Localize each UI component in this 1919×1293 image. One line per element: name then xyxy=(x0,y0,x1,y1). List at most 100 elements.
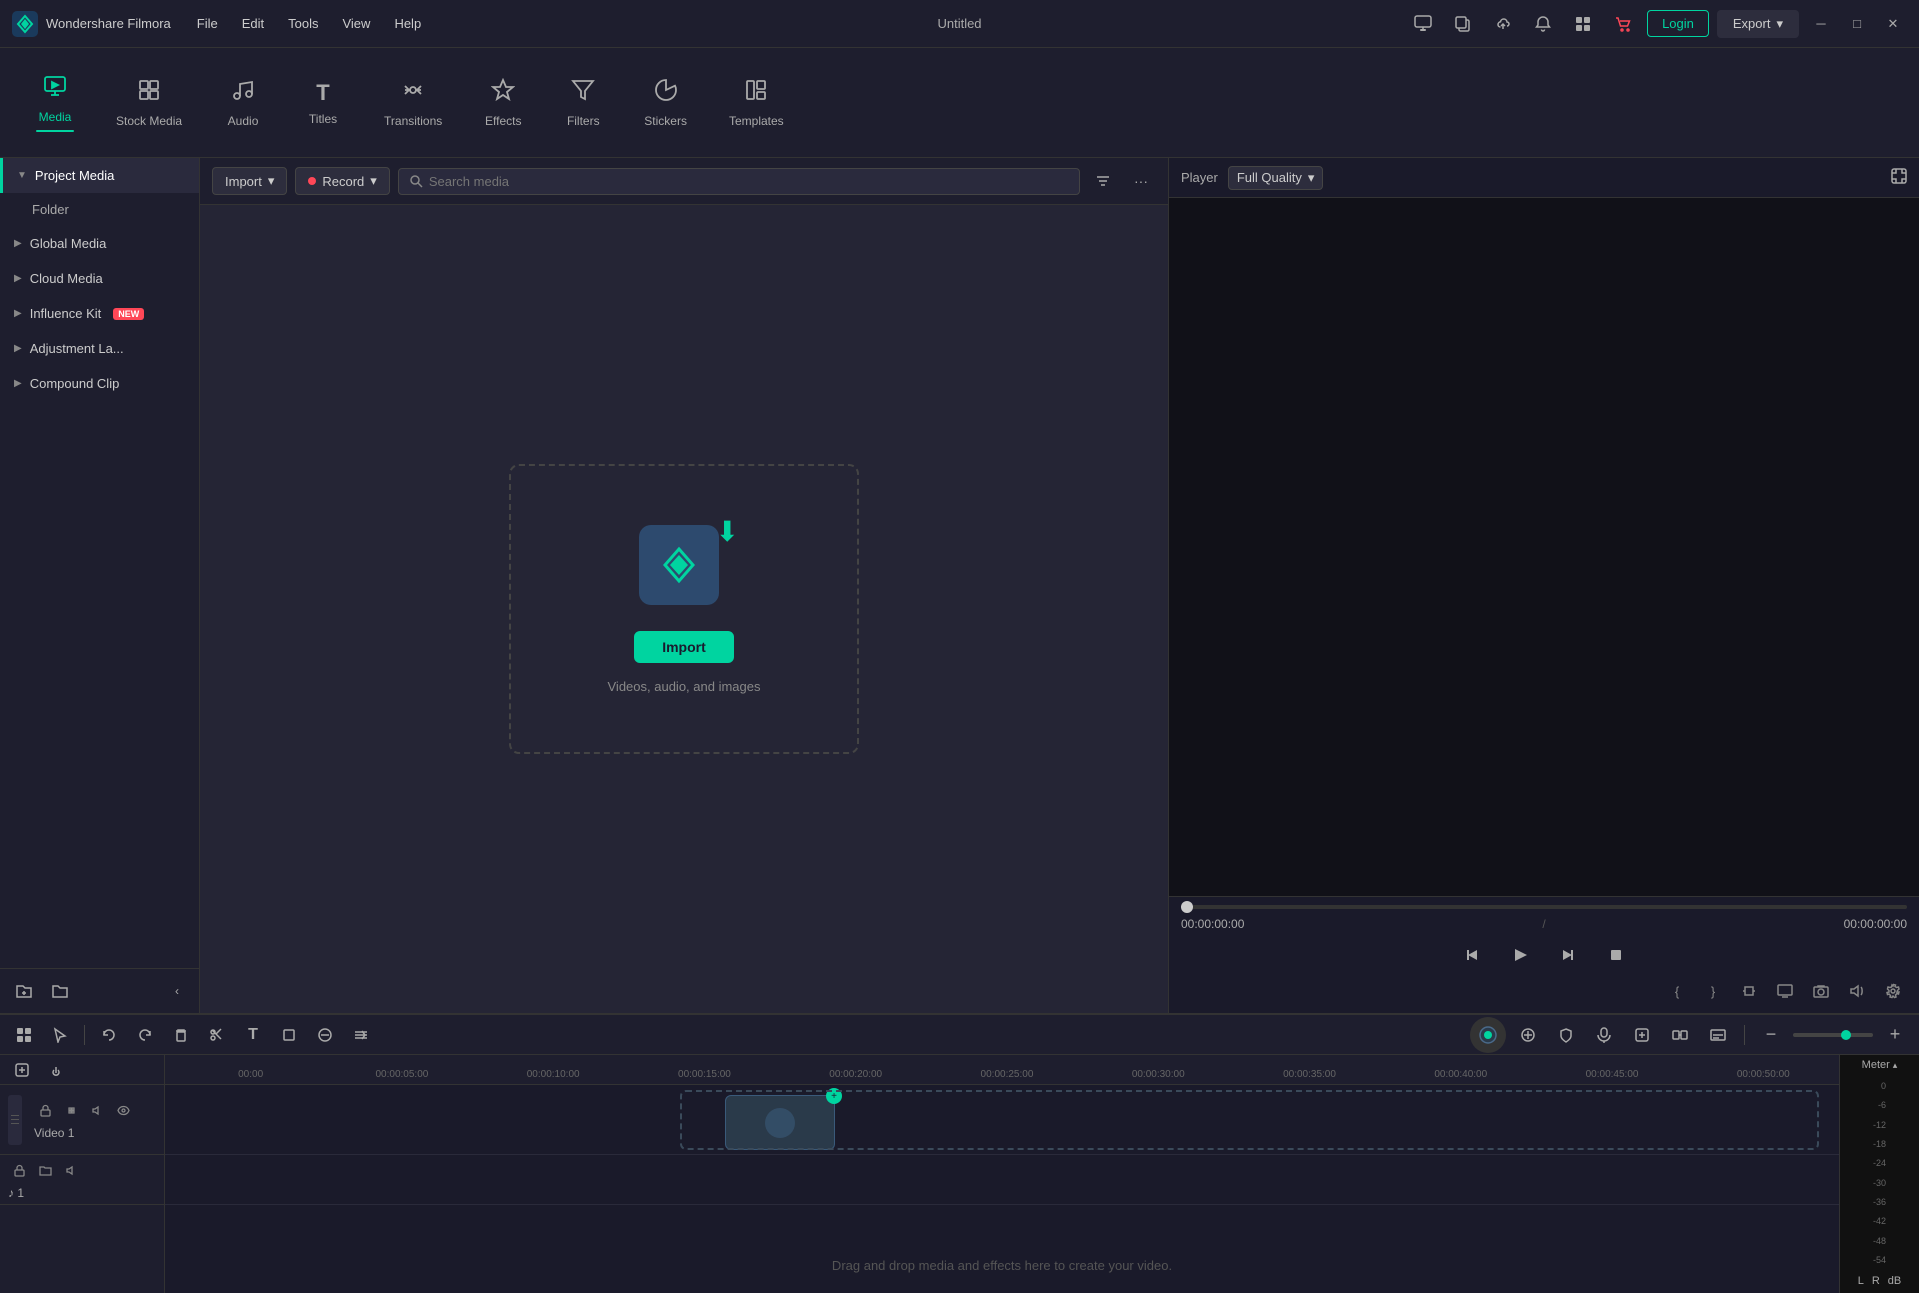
audio-track-controls: ♪ 1 xyxy=(8,1160,156,1200)
sidebar-item-project-media[interactable]: ▼ Project Media xyxy=(0,158,199,193)
play-button[interactable] xyxy=(1504,939,1536,971)
sidebar-item-cloud-media[interactable]: ▶ Cloud Media xyxy=(0,261,199,296)
import-action-button[interactable]: Import xyxy=(634,631,734,663)
cloud-upload-icon[interactable] xyxy=(1487,8,1519,40)
titlebar-right: Login Export ▾ ─ □ ✕ xyxy=(1407,8,1907,40)
menu-view[interactable]: View xyxy=(332,11,380,36)
export-button[interactable]: Export ▾ xyxy=(1717,10,1799,38)
sidebar-item-influence-kit[interactable]: ▶ Influence Kit NEW xyxy=(0,296,199,331)
filmora-ai-icon[interactable] xyxy=(1470,1017,1506,1053)
titlebar: Wondershare Filmora File Edit Tools View… xyxy=(0,0,1919,48)
notification-icon[interactable] xyxy=(1527,8,1559,40)
menu-edit[interactable]: Edit xyxy=(232,11,274,36)
menu-file[interactable]: File xyxy=(187,11,228,36)
settings-icon[interactable] xyxy=(1879,977,1907,1005)
timeline-grid-icon[interactable] xyxy=(8,1019,40,1051)
link-track-icon[interactable] xyxy=(42,1056,70,1084)
tab-effects[interactable]: Effects xyxy=(468,70,538,136)
audio-track-volume-icon[interactable] xyxy=(60,1160,82,1182)
progress-thumb[interactable] xyxy=(1181,901,1193,913)
mask-tool[interactable] xyxy=(309,1019,341,1051)
delete-tool[interactable] xyxy=(165,1019,197,1051)
audio-track-lock-icon[interactable] xyxy=(8,1160,30,1182)
play-forward-button[interactable] xyxy=(1552,939,1584,971)
sidebar-item-compound-clip[interactable]: ▶ Compound Clip xyxy=(0,366,199,401)
add-track-icon[interactable] xyxy=(8,1056,36,1084)
ruler-mark-0: 00:00 xyxy=(175,1069,326,1080)
monitor-icon[interactable] xyxy=(1407,8,1439,40)
tab-titles[interactable]: T Titles xyxy=(288,72,358,134)
close-button[interactable]: ✕ xyxy=(1879,10,1907,38)
folder-icon[interactable] xyxy=(46,977,74,1005)
window-title: Untitled xyxy=(937,16,981,31)
maximize-button[interactable]: □ xyxy=(1843,10,1871,38)
ai-tool-icon[interactable] xyxy=(1626,1019,1658,1051)
mic-icon[interactable] xyxy=(1588,1019,1620,1051)
minimize-button[interactable]: ─ xyxy=(1807,10,1835,38)
crop-tool[interactable] xyxy=(273,1019,305,1051)
tab-transitions[interactable]: Transitions xyxy=(368,70,458,136)
filter-icon[interactable] xyxy=(1088,166,1118,196)
mark-out-icon[interactable]: } xyxy=(1699,977,1727,1005)
video-track-header: Video 1 xyxy=(0,1085,164,1155)
skip-back-button[interactable] xyxy=(1456,939,1488,971)
progress-bar[interactable] xyxy=(1181,905,1907,909)
track-resize-handle[interactable] xyxy=(8,1095,22,1145)
menu-tools[interactable]: Tools xyxy=(278,11,328,36)
tab-audio[interactable]: Audio xyxy=(208,70,278,136)
sidebar-influence-kit-label: Influence Kit xyxy=(30,306,102,321)
video-track-eye-icon[interactable] xyxy=(112,1100,134,1122)
volume-icon[interactable] xyxy=(1843,977,1871,1005)
shield-icon[interactable] xyxy=(1550,1019,1582,1051)
search-input[interactable] xyxy=(429,174,1069,189)
sidebar-item-folder[interactable]: Folder xyxy=(0,193,199,226)
media-toolbar: Import ▾ Record ▾ ··· xyxy=(200,158,1168,205)
copy-icon[interactable] xyxy=(1447,8,1479,40)
download-arrow-icon: ⬇ xyxy=(716,515,739,548)
more-options-icon[interactable]: ··· xyxy=(1126,166,1156,196)
redo-tool[interactable] xyxy=(129,1019,161,1051)
login-button[interactable]: Login xyxy=(1647,10,1709,37)
tab-media[interactable]: Media xyxy=(20,66,90,140)
clip-mark-icon[interactable] xyxy=(1735,977,1763,1005)
zoom-slider[interactable] xyxy=(1793,1033,1873,1037)
tab-templates[interactable]: Templates xyxy=(713,70,800,136)
select-tool[interactable] xyxy=(44,1019,76,1051)
video-track-mute-icon[interactable] xyxy=(86,1100,108,1122)
add-folder-icon[interactable] xyxy=(10,977,38,1005)
ruler-mark-9: 00:00:45:00 xyxy=(1536,1069,1687,1080)
quality-select[interactable]: Full Quality ▾ xyxy=(1228,166,1324,190)
player-expand-icon[interactable] xyxy=(1891,168,1907,187)
import-area: ⬇ Import Videos, audio, and images xyxy=(200,205,1168,1013)
effects-btn[interactable] xyxy=(1512,1019,1544,1051)
stop-button[interactable] xyxy=(1600,939,1632,971)
sidebar-item-adjustment-layer[interactable]: ▶ Adjustment La... xyxy=(0,331,199,366)
video-track-link-icon[interactable] xyxy=(60,1100,82,1122)
sidebar-collapse-icon[interactable]: ‹ xyxy=(165,979,189,1003)
edit-tool[interactable] xyxy=(345,1019,377,1051)
undo-tool[interactable] xyxy=(93,1019,125,1051)
audio-track-icons xyxy=(8,1160,156,1182)
subtitle-icon[interactable] xyxy=(1702,1019,1734,1051)
tab-filters[interactable]: Filters xyxy=(548,70,618,136)
filmora-logo-icon xyxy=(12,11,38,37)
tab-stock-media[interactable]: Stock Media xyxy=(100,70,198,136)
text-tool[interactable]: T xyxy=(237,1019,269,1051)
menu-help[interactable]: Help xyxy=(384,11,431,36)
cart-icon[interactable] xyxy=(1607,8,1639,40)
audio-track-folder-icon[interactable] xyxy=(34,1160,56,1182)
sidebar-item-global-media[interactable]: ▶ Global Media xyxy=(0,226,199,261)
transition-add-icon[interactable] xyxy=(1664,1019,1696,1051)
import-button[interactable]: Import ▾ xyxy=(212,167,287,195)
snapshot-icon[interactable] xyxy=(1807,977,1835,1005)
mark-in-icon[interactable]: { xyxy=(1663,977,1691,1005)
tab-stickers[interactable]: Stickers xyxy=(628,70,703,136)
cut-tool[interactable] xyxy=(201,1019,233,1051)
grid-icon[interactable] xyxy=(1567,8,1599,40)
video-track-lock-icon[interactable] xyxy=(34,1100,56,1122)
zoom-in-icon[interactable]: + xyxy=(1879,1019,1911,1051)
lr-labels: L R dB xyxy=(1858,1271,1902,1289)
screen-icon[interactable] xyxy=(1771,977,1799,1005)
zoom-out-icon[interactable]: − xyxy=(1755,1019,1787,1051)
record-button[interactable]: Record ▾ xyxy=(295,167,389,195)
